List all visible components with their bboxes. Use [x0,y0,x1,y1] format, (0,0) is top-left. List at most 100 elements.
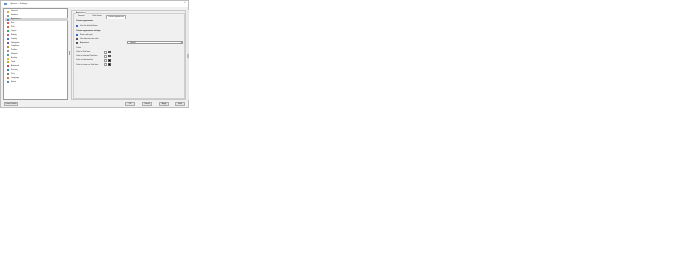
sidebar-item[interactable]: Editing [5,33,68,37]
sidebar-item[interactable]: Rule [5,26,68,29]
color-grid-label: Show color grid [80,33,93,36]
title-bar: Options — Settings ✕ [1,1,188,7]
color-grid-checkbox[interactable] [76,33,79,36]
splitter-handle[interactable] [69,51,70,55]
sidebar-item-label: Tools [11,61,16,64]
chevron-down-icon: ▾ [180,42,182,45]
settings-sidebar: General Interface Appearance Sort Rule Layers… [3,8,68,100]
color-value-field[interactable] [104,50,107,54]
sidebar-item-label: Navigation [11,41,20,44]
subheading: Custom appearance settings [76,29,101,32]
sidebar-item-label: Display [11,37,17,40]
sidebar-item[interactable]: Profiles [5,49,68,52]
colors-title: Colors [76,46,82,49]
sidebar-item-icon [7,57,9,60]
sidebar-item-icon [7,34,9,37]
sidebar-item-icon [7,18,9,21]
tab-custom-appearance[interactable]: Custom appearance [106,15,127,19]
color-row-label: Color of Text lines [76,51,91,53]
group-title: Appearance [76,11,86,14]
sidebar-item-icon [7,77,9,80]
sidebar-item-label: Appearance [11,18,21,21]
sidebar-item[interactable]: Templates [5,45,68,48]
tab-general[interactable]: General [77,15,85,18]
sidebar-item-label: Extras [11,80,17,83]
sidebar-item[interactable]: Security [5,69,68,72]
adjustment-combo-value: Default [130,42,136,45]
color-swatch-button[interactable] [108,50,111,54]
sidebar-item[interactable]: Interface [5,14,68,17]
sidebar-item-icon [7,30,9,33]
sidebar-item-icon [7,38,9,41]
sidebar-item-label: Network [11,53,18,56]
section-heading: Custom appearance [76,20,94,22]
default-theme-checkbox[interactable] [76,25,79,28]
sidebar-item-icon [7,53,9,56]
color-value-field[interactable] [104,59,107,62]
sidebar-item-icon [7,80,9,83]
color-value-field[interactable] [104,54,107,58]
sidebar-item-icon [7,61,9,64]
sidebar-item[interactable]: Print [5,72,68,76]
tab-color-theme[interactable]: Color theme [92,15,102,18]
adjustment-checkbox[interactable] [76,41,79,44]
sidebar-item-icon [7,26,9,29]
color-swatch-button[interactable] [108,63,111,66]
alternate-row-label: Use alternate row color [80,37,99,40]
color-swatch-button[interactable] [108,55,111,58]
options-window: Options — Settings ✕ General Interface App… [0,0,189,108]
sidebar-item[interactable]: Appearance [5,17,68,22]
content-scrollbar[interactable] [187,10,189,100]
default-theme-label: Use the default theme [80,25,98,28]
ok-button[interactable]: OK [125,102,135,106]
sidebar-item-label: General [11,10,18,13]
sidebar-item-icon [7,73,9,76]
sidebar-item-label: Rule [11,25,15,28]
sidebar-item-label: Backup [11,57,17,60]
help-button[interactable]: Help [175,102,185,106]
alternate-row-checkbox[interactable] [76,37,79,40]
sidebar-item[interactable]: Language [5,76,68,80]
sidebar-item-icon [7,22,9,25]
sidebar-item[interactable]: Network [5,53,68,56]
sidebar-item-icon [7,14,9,17]
window-title: Options — Settings [10,3,28,5]
sidebar-item-label: Advanced [11,64,19,67]
cancel-button[interactable]: Cancel [142,102,152,106]
color-swatch-button[interactable] [108,59,111,62]
sidebar-item[interactable]: Layers [5,30,68,33]
sidebar-item-label: Editing [11,33,17,36]
adjustment-label: Adjustment [80,41,89,44]
scrollbar-thumb[interactable] [187,54,189,58]
sidebar-item[interactable]: Extras [5,80,68,83]
sidebar-item[interactable]: Display [5,37,68,41]
sidebar-item-icon [7,41,9,44]
reset-default-button[interactable]: Reset Default [4,102,18,106]
sidebar-item[interactable]: Tools [5,61,68,64]
sidebar-item-icon [7,65,9,68]
color-value-field[interactable] [104,63,107,67]
color-row-label: Color of selected Text lines [76,55,98,58]
sidebar-item[interactable]: Backup [5,57,68,60]
adjustment-combo[interactable]: Default ▾ [127,41,183,44]
sidebar-item-label: Interface [11,14,18,17]
settings-content: Appearance General Color theme Custom ap… [71,10,186,100]
sidebar-item-icon [7,45,9,48]
sidebar-item-label: Print [11,72,15,75]
apply-button[interactable]: Apply [159,102,169,106]
sidebar-item[interactable]: Advanced [5,65,68,68]
close-icon[interactable]: ✕ [183,2,187,5]
sidebar-item-label: Profiles [11,49,17,52]
sidebar-item-icon [7,10,9,13]
app-icon [4,3,7,5]
sidebar-item-icon [7,49,9,52]
sidebar-item-label: Templates [11,45,20,48]
sidebar-item-icon [7,69,9,72]
sidebar-item[interactable]: General [5,10,68,13]
sidebar-item-label: Language [11,76,19,79]
sidebar-item[interactable]: Sort [5,22,68,25]
color-row-label: Color of selection line [76,59,94,62]
sidebar-item-label: Security [11,68,18,71]
sidebar-item-label: Sort [11,22,15,25]
color-row-label: Color of cursor on Text lines [76,63,99,66]
